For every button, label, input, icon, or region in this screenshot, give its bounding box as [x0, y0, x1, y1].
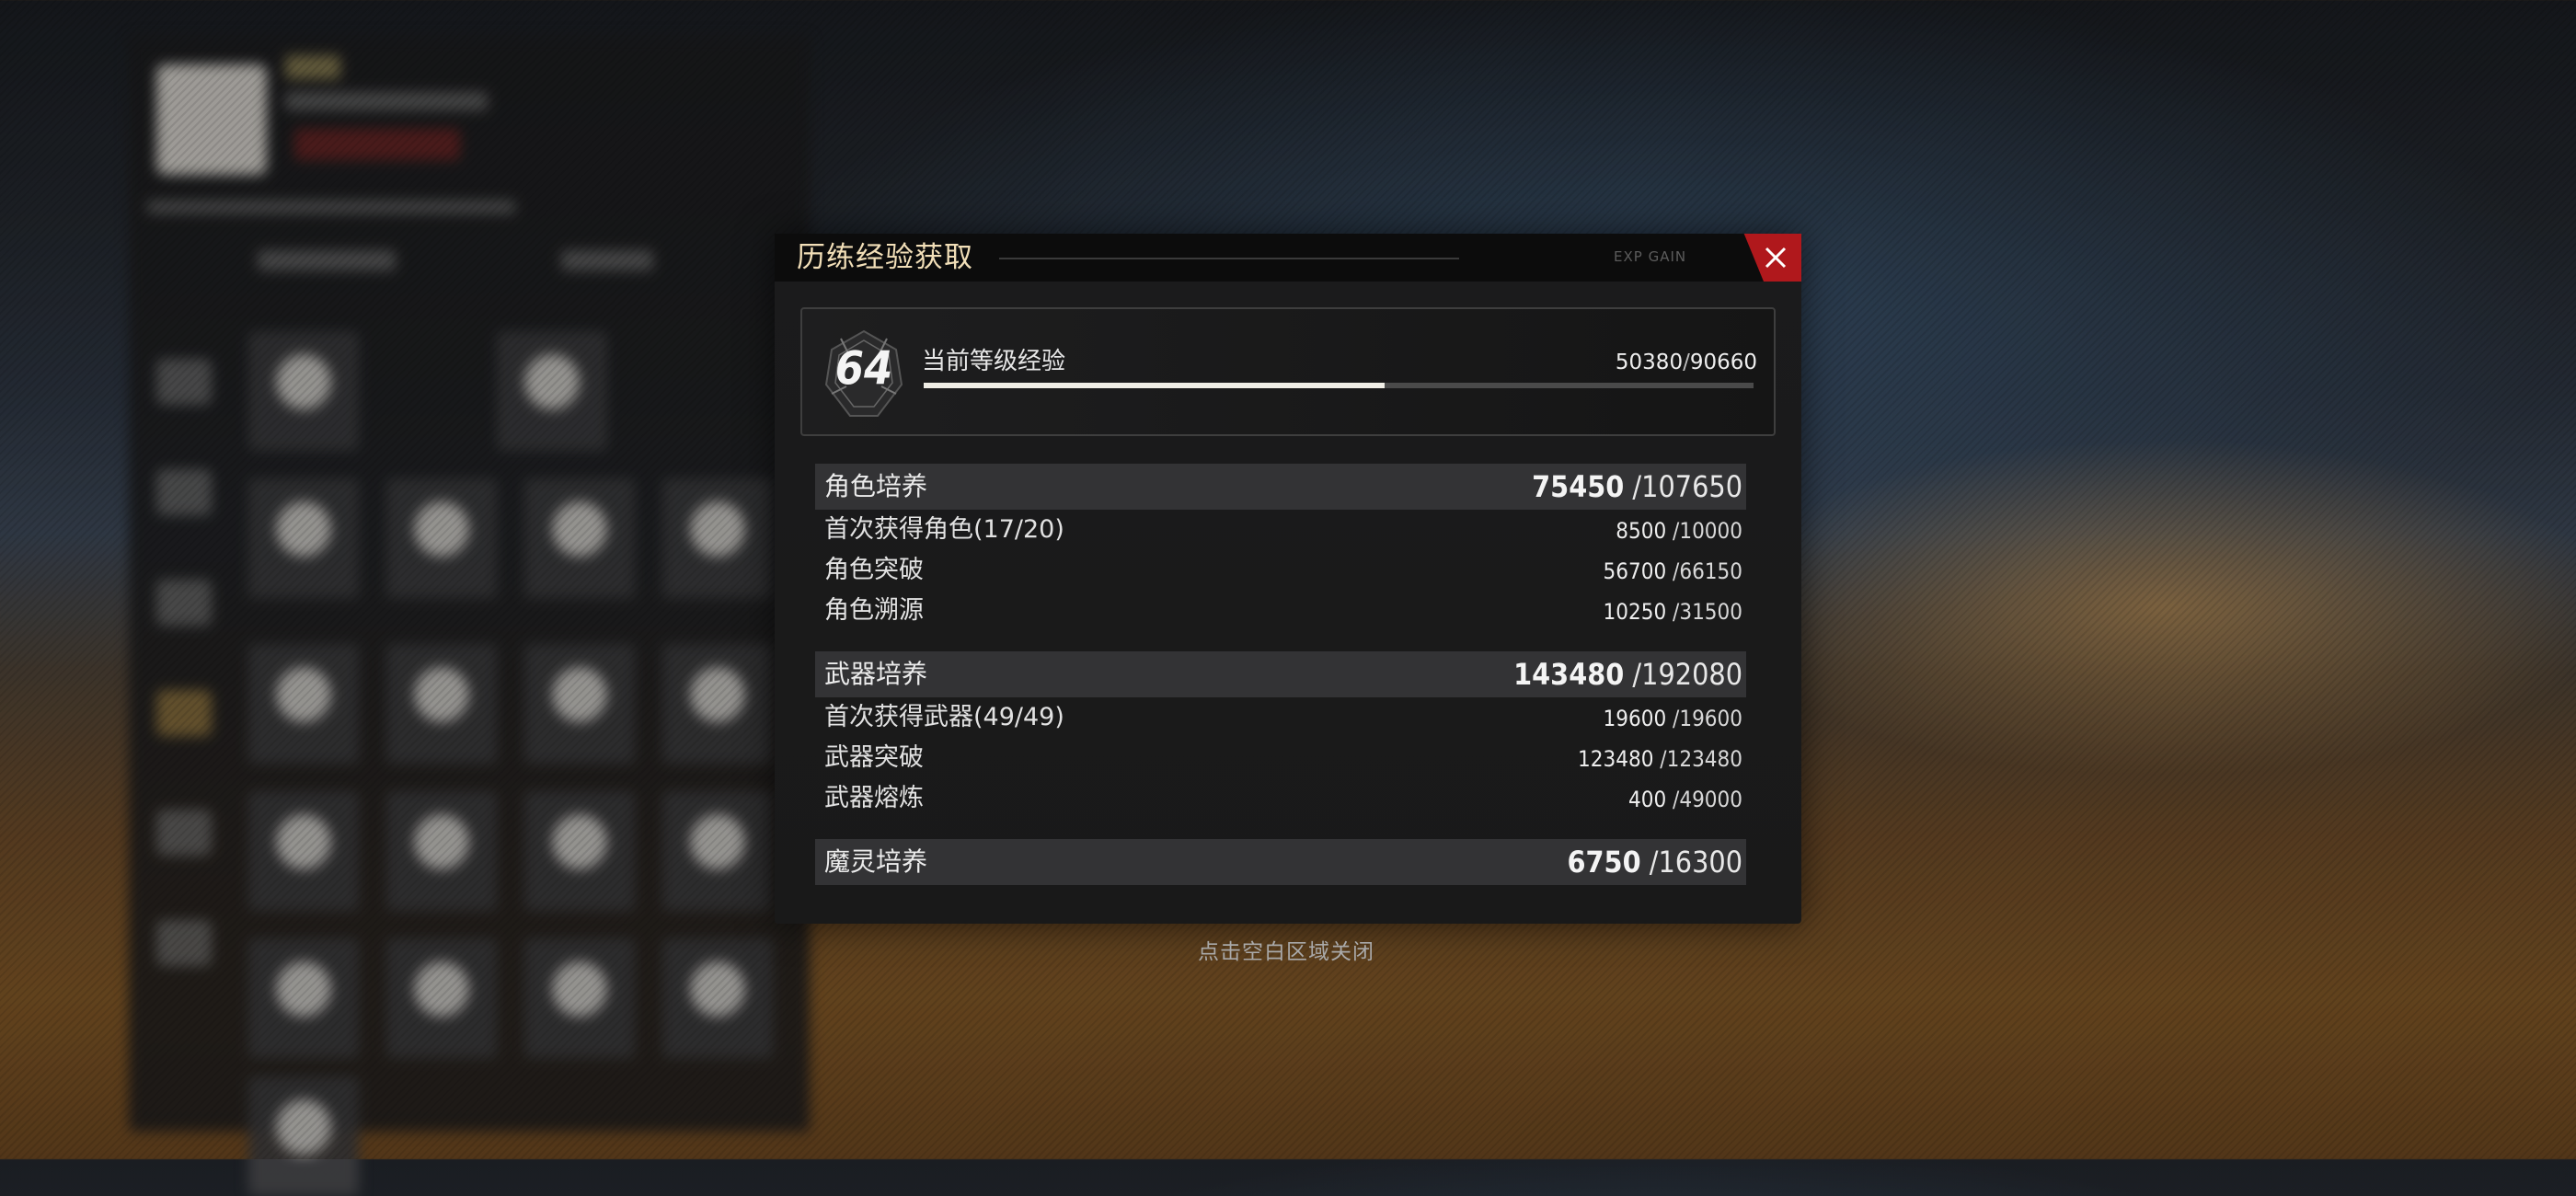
row-value: 123480 /123480: [1578, 746, 1742, 772]
section-title: 角色培养: [824, 471, 928, 501]
row-label: 首次获得武器(49/49): [824, 703, 1064, 731]
row-label: 武器熔炼: [824, 784, 924, 812]
row-label: 首次获得角色(17/20): [824, 515, 1064, 544]
level-exp-current: 50380: [1615, 351, 1684, 374]
row-value: 56700 /66150: [1603, 558, 1742, 584]
close-button[interactable]: [1743, 234, 1801, 282]
list-item: 武器突破 123480 /123480: [815, 738, 1746, 778]
row-value: 19600 /19600: [1603, 706, 1742, 731]
list-item: 首次获得角色(17/20) 8500 /10000: [815, 510, 1746, 550]
section-title: 武器培养: [824, 659, 928, 689]
list-item: 角色突破 56700 /66150: [815, 550, 1746, 591]
level-exp-separator: /: [1683, 351, 1690, 374]
row-current: 10250: [1603, 599, 1667, 625]
section-total: 107650: [1641, 469, 1742, 504]
section-current: 143480: [1513, 657, 1625, 692]
section-header: 武器培养 143480 /192080: [815, 651, 1746, 697]
section-total: 192080: [1641, 657, 1742, 692]
row-total: 19600: [1679, 706, 1742, 731]
level-exp-label: 当前等级经验: [922, 348, 1066, 375]
row-total: 66150: [1679, 558, 1742, 584]
level-exp-value: 50380/90660: [1616, 348, 1757, 377]
section-weapon-training: 武器培养 143480 /192080 首次获得武器(49/49) 19600 …: [815, 651, 1746, 819]
dialog-title-divider: [999, 258, 1459, 259]
current-level-panel: 64 当前等级经验 50380/90660: [800, 307, 1776, 436]
section-value: 143480 /192080: [1513, 657, 1742, 692]
row-label: 角色突破: [824, 556, 924, 584]
section-current: 6750: [1567, 845, 1641, 880]
dialog-title: 历练经验获取: [797, 241, 973, 274]
section-total: 16300: [1658, 845, 1742, 880]
level-progress-bar: [924, 383, 1754, 388]
row-total: 49000: [1679, 787, 1742, 812]
level-progress-fill: [924, 383, 1386, 388]
level-number: 64: [834, 341, 893, 395]
row-total: 123480: [1666, 746, 1742, 772]
row-value: 10250 /31500: [1603, 599, 1742, 625]
row-current: 56700: [1603, 558, 1667, 584]
section-spirit-training: 魔灵培养 6750 /16300: [815, 839, 1746, 885]
section-header: 魔灵培养 6750 /16300: [815, 839, 1746, 885]
row-total: 31500: [1679, 599, 1742, 625]
section-title: 魔灵培养: [824, 846, 928, 877]
section-value: 6750 /16300: [1567, 845, 1742, 880]
row-current: 123480: [1578, 746, 1654, 772]
level-exp-max: 90660: [1689, 351, 1757, 374]
list-item: 武器熔炼 400 /49000: [815, 778, 1746, 819]
close-hint-text: 点击空白区域关闭: [1198, 940, 1374, 964]
row-label: 武器突破: [824, 743, 924, 772]
row-current: 400: [1627, 787, 1667, 812]
row-value: 8500 /10000: [1616, 518, 1742, 544]
close-icon: [1765, 247, 1787, 269]
row-current: 19600: [1603, 706, 1667, 731]
section-current: 75450: [1532, 469, 1625, 504]
row-current: 8500: [1616, 518, 1667, 544]
section-header: 角色培养 75450 /107650: [815, 464, 1746, 510]
row-label: 角色溯源: [824, 596, 924, 625]
section-value: 75450 /107650: [1532, 469, 1742, 504]
row-total: 10000: [1679, 518, 1742, 544]
list-item: 角色溯源 10250 /31500: [815, 591, 1746, 631]
list-item: 首次获得武器(49/49) 19600 /19600: [815, 697, 1746, 738]
dialog-header-deco-text: EXP GAIN: [1614, 248, 1687, 265]
exp-gain-dialog: 历练经验获取 EXP GAIN 64 当前等级经验 50380/90660 角色…: [775, 234, 1801, 924]
dialog-header: 历练经验获取 EXP GAIN: [775, 234, 1801, 282]
row-value: 400 /49000: [1627, 787, 1742, 812]
section-character-training: 角色培养 75450 /107650 首次获得角色(17/20) 8500 /1…: [815, 464, 1746, 631]
